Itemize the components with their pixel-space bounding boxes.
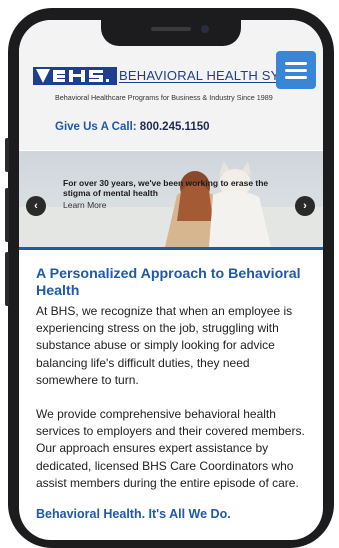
speaker-grille <box>151 27 191 31</box>
phone-mute-switch <box>5 138 9 172</box>
hero-slider: For over 30 years, we've been working to… <box>19 151 323 247</box>
hamburger-menu-button[interactable] <box>276 51 316 89</box>
phone-screen: BEHAVIORAL HEALTH SYS Behavioral Healthc… <box>19 20 323 540</box>
phone-notch <box>101 20 241 46</box>
menu-bar-icon <box>285 75 307 79</box>
call-line: Give Us A Call: 800.245.1150 <box>55 121 210 133</box>
menu-bar-icon <box>285 68 307 72</box>
hero-image <box>165 161 271 247</box>
phone-volume-down <box>5 252 9 306</box>
section-subheading: Behavioral Health. It's All We Do. <box>36 507 231 522</box>
brand-name: BEHAVIORAL HEALTH SYS <box>119 68 289 83</box>
section-heading: A Personalized Approach to Behavioral He… <box>36 266 301 299</box>
front-camera <box>201 25 209 33</box>
bhs-logo-mark <box>33 67 117 85</box>
menu-bar-icon <box>285 61 307 65</box>
call-label: Give Us A Call: <box>55 121 137 133</box>
slider-prev-button[interactable]: ‹ <box>26 196 46 216</box>
hero-caption: For over 30 years, we've been working to… <box>63 178 269 198</box>
tagline: Behavioral Healthcare Programs for Busin… <box>55 93 273 102</box>
hero-divider <box>19 247 323 250</box>
phone-volume-up <box>5 188 9 242</box>
phone-number-link[interactable]: 800.245.1150 <box>140 121 210 133</box>
learn-more-link[interactable]: Learn More <box>63 200 106 210</box>
slider-next-button[interactable]: › <box>295 196 315 216</box>
services-paragraph: We provide comprehensive behavioral heal… <box>36 407 305 490</box>
main-content: A Personalized Approach to Behavioral He… <box>36 266 312 521</box>
intro-paragraph: At BHS, we recognize that when an employ… <box>36 304 293 387</box>
